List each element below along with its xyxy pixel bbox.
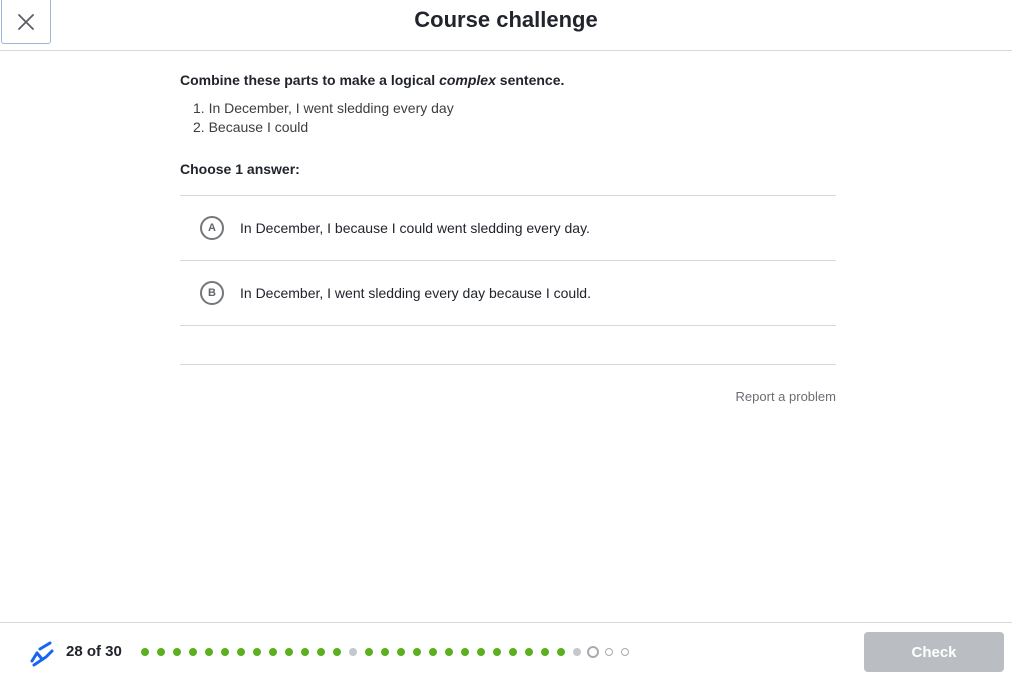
header-bar: Course challenge: [0, 0, 1012, 51]
sentence-parts-list: 1. In December, I went sledding every da…: [193, 99, 836, 137]
choice-letter: A: [200, 216, 224, 240]
progress-dot-correct: [221, 648, 229, 656]
sentence-part: 1. In December, I went sledding every da…: [193, 100, 454, 116]
prompt-text-start: Combine these parts to make a logical: [180, 72, 440, 88]
progress-dot-correct: [157, 648, 165, 656]
progress-dot-correct: [429, 648, 437, 656]
progress-dot-correct: [381, 648, 389, 656]
sentence-part: 2. Because I could: [193, 119, 309, 135]
progress-dot-correct: [317, 648, 325, 656]
prompt-text-end: sentence.: [495, 72, 565, 88]
footer-bar: 28 of 30 Check: [0, 622, 1012, 675]
progress-dot-correct: [509, 648, 517, 656]
choice-text: In December, I went sledding every day b…: [240, 285, 591, 301]
progress-dot-correct: [189, 648, 197, 656]
page-title: Course challenge: [414, 7, 598, 32]
progress-dot-correct: [541, 648, 549, 656]
choose-label: Choose 1 answer:: [180, 161, 300, 177]
progress-dot-skipped: [573, 648, 581, 656]
progress-dot-pending: [621, 648, 629, 656]
question-area: Combine these parts to make a logical co…: [180, 72, 836, 404]
progress-dot-correct: [413, 648, 421, 656]
progress-dot-correct: [461, 648, 469, 656]
progress-dot-correct: [397, 648, 405, 656]
progress-dot-correct: [301, 648, 309, 656]
progress-dot-pending: [605, 648, 613, 656]
answer-choices: A In December, I because I could went sl…: [180, 195, 836, 326]
progress-dot-correct: [477, 648, 485, 656]
progress-dot-correct: [557, 648, 565, 656]
progress-dot-skipped: [349, 648, 357, 656]
progress-dot-correct: [237, 648, 245, 656]
progress-dot-correct: [205, 648, 213, 656]
progress-dot-correct: [445, 648, 453, 656]
progress-dot-correct: [253, 648, 261, 656]
choice-b[interactable]: B In December, I went sledding every day…: [180, 261, 836, 326]
progress-dot-correct: [285, 648, 293, 656]
progress-dot-correct: [173, 648, 181, 656]
choice-text: In December, I because I could went sled…: [240, 220, 590, 236]
question-prompt: Combine these parts to make a logical co…: [180, 72, 836, 88]
divider: [180, 364, 836, 365]
progress-dot-correct: [333, 648, 341, 656]
choice-letter: B: [200, 281, 224, 305]
check-button[interactable]: Check: [864, 632, 1004, 672]
choice-a[interactable]: A In December, I because I could went sl…: [180, 196, 836, 261]
progress-dot-correct: [141, 648, 149, 656]
progress-dot-correct: [525, 648, 533, 656]
progress-dot-correct: [365, 648, 373, 656]
progress-label: 28 of 30: [66, 643, 122, 660]
progress-dot-correct: [269, 648, 277, 656]
progress-dot-current: [587, 646, 599, 658]
streak-icon: [30, 641, 54, 667]
prompt-emphasis: complex: [439, 72, 496, 88]
progress-dot-correct: [493, 648, 501, 656]
report-problem-link[interactable]: Report a problem: [180, 389, 836, 404]
